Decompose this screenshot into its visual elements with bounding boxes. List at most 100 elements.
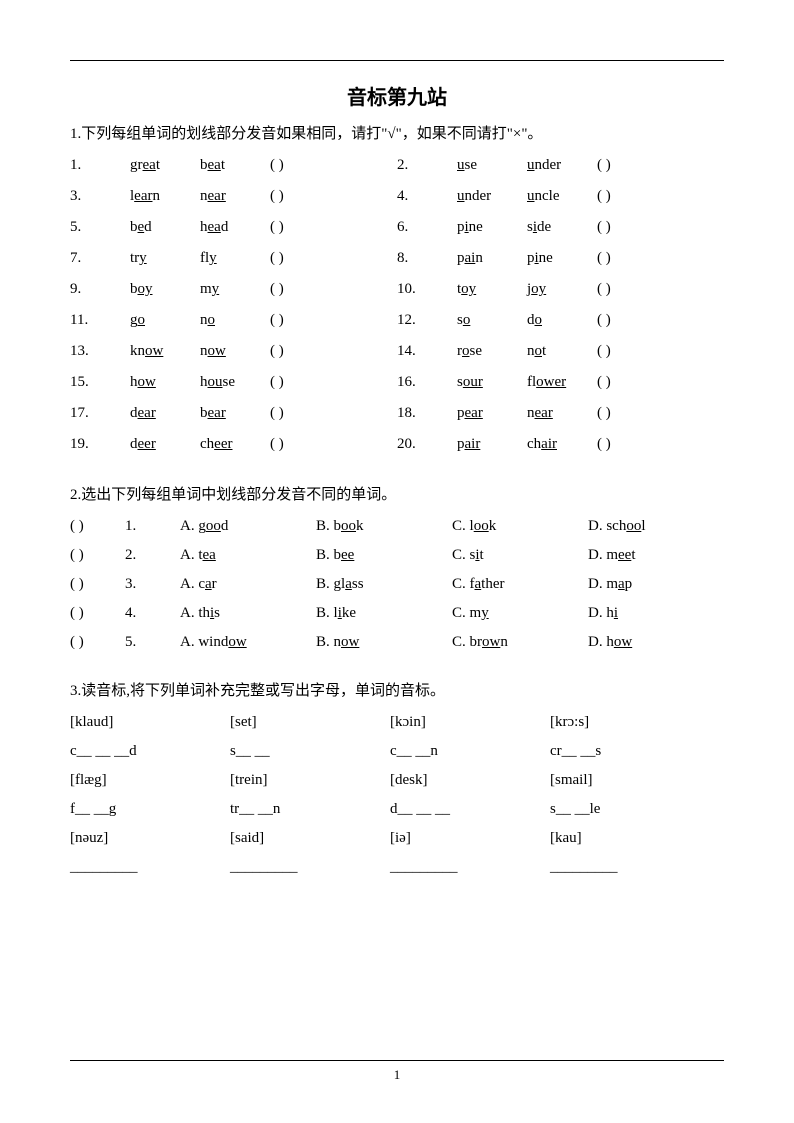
option: C. brown <box>452 634 588 651</box>
sec3-row: [klaud][set][kɔin][krɔ:s] <box>70 714 724 731</box>
word2: joy <box>527 281 597 298</box>
top-rule <box>70 60 724 61</box>
item-number: 2. <box>397 157 457 174</box>
sec1-row: 9.boymy( )10.toyjoy( ) <box>70 281 724 298</box>
item-number: 6. <box>397 219 457 236</box>
item-number: 1. <box>70 157 130 174</box>
sec3-cell: s__ __le <box>550 801 710 818</box>
sec2-row: ( )5.A. windowB. nowC. brownD. how <box>70 634 724 651</box>
word1: pine <box>457 219 527 236</box>
word2: side <box>527 219 597 236</box>
page-footer: 1 <box>70 1060 724 1083</box>
item-number: 12. <box>397 312 457 329</box>
word2: my <box>200 281 270 298</box>
word1: bed <box>130 219 200 236</box>
word1: pain <box>457 250 527 267</box>
word1: try <box>130 250 200 267</box>
answer-paren: ( ) <box>270 436 330 453</box>
item-number: 9. <box>70 281 130 298</box>
word1: pear <box>457 405 527 422</box>
item-number: 3. <box>125 576 180 593</box>
answer-paren: ( ) <box>597 281 657 298</box>
word2: cheer <box>200 436 270 453</box>
item-number: 7. <box>70 250 130 267</box>
word1: know <box>130 343 200 360</box>
option: B. now <box>316 634 452 651</box>
word2: bear <box>200 405 270 422</box>
sec3-cell: [trein] <box>230 772 390 789</box>
sec1-row: 1.greatbeat( )2.useunder( ) <box>70 157 724 174</box>
answer-paren: ( ) <box>597 250 657 267</box>
word1: boy <box>130 281 200 298</box>
word2: chair <box>527 436 597 453</box>
footer-rule <box>70 1060 724 1061</box>
sec3-cell: _________ <box>70 859 230 876</box>
sec3-cell: [nəuz] <box>70 830 230 847</box>
sec3-cell: [kau] <box>550 830 710 847</box>
item-number: 10. <box>397 281 457 298</box>
answer-paren: ( ) <box>270 405 330 422</box>
word1: rose <box>457 343 527 360</box>
sec1-row: 5.bedhead( )6.pineside( ) <box>70 219 724 236</box>
item-number: 3. <box>70 188 130 205</box>
option: D. how <box>588 634 724 651</box>
sec3-cell: d__ __ __ <box>390 801 550 818</box>
page-title: 音标第九站 <box>70 81 724 110</box>
item-number: 4. <box>125 605 180 622</box>
sec3-cell: c__ __ __d <box>70 743 230 760</box>
item-number: 1. <box>125 518 180 535</box>
sec3-row: f__ __gtr__ __nd__ __ __s__ __le <box>70 801 724 818</box>
option: C. my <box>452 605 588 622</box>
option: C. look <box>452 518 588 535</box>
sec3-row: ____________________________________ <box>70 859 724 876</box>
item-number: 5. <box>125 634 180 651</box>
word2: now <box>200 343 270 360</box>
answer-paren: ( ) <box>270 312 330 329</box>
sec2-row: ( )2.A. teaB. beeC. sitD. meet <box>70 547 724 564</box>
sec3-cell: tr__ __n <box>230 801 390 818</box>
answer-paren: ( ) <box>270 188 330 205</box>
option: C. sit <box>452 547 588 564</box>
word2: beat <box>200 157 270 174</box>
word1: great <box>130 157 200 174</box>
option: A. good <box>180 518 316 535</box>
word2: uncle <box>527 188 597 205</box>
answer-paren: ( ) <box>70 576 125 593</box>
option: A. car <box>180 576 316 593</box>
sec3-cell: _________ <box>550 859 710 876</box>
option: D. map <box>588 576 724 593</box>
sec3-cell: [klaud] <box>70 714 230 731</box>
answer-paren: ( ) <box>597 312 657 329</box>
answer-paren: ( ) <box>597 157 657 174</box>
word2: flower <box>527 374 597 391</box>
item-number: 4. <box>397 188 457 205</box>
section3-instruction: 3.读音标,将下列单词补充完整或写出字母，单词的音标。 <box>70 679 724 700</box>
option: C. father <box>452 576 588 593</box>
answer-paren: ( ) <box>70 518 125 535</box>
sec3-cell: [iə] <box>390 830 550 847</box>
option: A. window <box>180 634 316 651</box>
word2: head <box>200 219 270 236</box>
sec2-row: ( )4.A. thisB. likeC. myD. hi <box>70 605 724 622</box>
word1: learn <box>130 188 200 205</box>
item-number: 19. <box>70 436 130 453</box>
option: A. this <box>180 605 316 622</box>
item-number: 14. <box>397 343 457 360</box>
answer-paren: ( ) <box>270 343 330 360</box>
sec3-row: [flæg][trein][desk][smail] <box>70 772 724 789</box>
option: B. like <box>316 605 452 622</box>
answer-paren: ( ) <box>270 157 330 174</box>
word2: do <box>527 312 597 329</box>
sec1-row: 19.deercheer( )20.pairchair( ) <box>70 436 724 453</box>
sec1-row: 17.dearbear( )18.pearnear( ) <box>70 405 724 422</box>
answer-paren: ( ) <box>597 374 657 391</box>
word1: sour <box>457 374 527 391</box>
option: D. meet <box>588 547 724 564</box>
word2: house <box>200 374 270 391</box>
answer-paren: ( ) <box>270 281 330 298</box>
sec3-cell: [flæg] <box>70 772 230 789</box>
sec3-cell: _________ <box>230 859 390 876</box>
sec1-row: 3.learnnear( )4.underuncle( ) <box>70 188 724 205</box>
word1: deer <box>130 436 200 453</box>
section3: 3.读音标,将下列单词补充完整或写出字母，单词的音标。 [klaud][set]… <box>70 679 724 876</box>
